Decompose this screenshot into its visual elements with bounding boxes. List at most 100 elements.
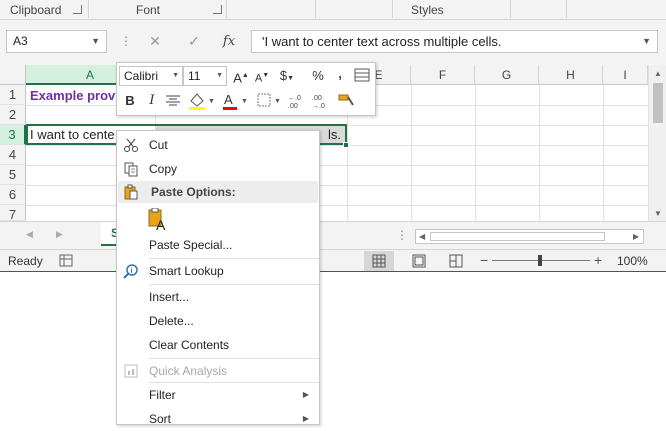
menu-item-label: Sort	[149, 412, 172, 426]
menu-item-smart-lookup[interactable]: i Smart Lookup	[117, 259, 319, 283]
formula-input[interactable]: 'I want to center text across multiple c…	[251, 30, 658, 53]
menu-item-sort[interactable]: Sort ▶	[117, 407, 319, 431]
chevron-down-icon[interactable]: ▼	[172, 67, 179, 85]
column-header-g[interactable]: G	[475, 65, 539, 85]
zoom-level[interactable]: 100%	[617, 254, 648, 268]
menu-item-delete[interactable]: Delete...	[117, 309, 319, 333]
bold-button[interactable]: B	[119, 90, 141, 112]
scroll-left-icon[interactable]: ◀	[419, 232, 425, 241]
tab-split-handle-icon[interactable]: ⋮	[396, 228, 408, 242]
menu-item-insert[interactable]: Insert...	[117, 285, 319, 309]
smart-lookup-icon: i	[123, 264, 138, 279]
accounting-format-button[interactable]: $▼	[276, 65, 298, 87]
select-all-corner[interactable]	[0, 65, 26, 85]
format-table-icon[interactable]	[353, 67, 371, 83]
borders-icon[interactable]: ▼	[255, 91, 283, 111]
excel-window: Clipboard Font Styles A3 ▼ ⋮ ✕ ✓ fx 'I w…	[0, 0, 666, 272]
mini-toolbar: Calibri ▼ 11 ▼ A▲ A▼ $▼ % , B I ▼ A ▼ ▼ …	[116, 62, 376, 116]
menu-item-label: Delete...	[149, 314, 194, 328]
menu-item-paste-special[interactable]: Paste Special...	[117, 233, 319, 257]
normal-view-button[interactable]	[364, 251, 394, 271]
increase-decimal-icon[interactable]: ←.0 .00	[287, 91, 309, 111]
row-header-5[interactable]: 5	[0, 165, 26, 185]
svg-text:i: i	[131, 268, 133, 275]
menu-item-label: Clear Contents	[149, 338, 230, 352]
gridline	[539, 85, 540, 221]
insert-function-button[interactable]: fx	[215, 30, 243, 53]
row-header-2[interactable]: 2	[0, 105, 26, 125]
macro-record-icon[interactable]	[59, 254, 73, 267]
ribbon-separator	[566, 0, 567, 18]
scroll-down-icon[interactable]: ▼	[654, 209, 662, 218]
paste-options-label: Paste Options:	[151, 185, 236, 199]
scroll-thumb[interactable]	[653, 83, 663, 123]
font-size-value: 11	[188, 69, 201, 83]
menu-item-label: Filter	[149, 388, 176, 402]
row-header-4[interactable]: 4	[0, 145, 26, 165]
comma-style-button[interactable]: ,	[329, 63, 351, 85]
decrease-decimal-icon[interactable]: .00 →.0	[311, 91, 333, 111]
paste-keep-text-only-icon[interactable]: A	[147, 208, 169, 232]
submenu-arrow-icon: ▶	[302, 414, 309, 423]
row-header-7[interactable]: 7	[0, 205, 26, 222]
ribbon-separator	[392, 0, 393, 18]
menu-item-label: Quick Analysis	[149, 364, 228, 378]
ribbon-separator	[510, 0, 511, 18]
formula-bar: A3 ▼ ⋮ ✕ ✓ fx 'I want to center text acr…	[0, 20, 666, 65]
sheet-next-icon[interactable]: ▶	[56, 229, 63, 240]
clipboard-launcher-icon[interactable]	[73, 5, 82, 14]
column-header-i[interactable]: I	[603, 65, 648, 85]
fill-color-icon[interactable]: ▼	[187, 91, 215, 111]
zoom-in-icon[interactable]: +	[594, 252, 602, 268]
percent-style-button[interactable]: %	[307, 65, 329, 87]
enter-button[interactable]: ✓	[180, 30, 208, 53]
scroll-up-icon[interactable]: ▲	[654, 69, 662, 78]
column-header-h[interactable]: H	[539, 65, 603, 85]
font-color-icon[interactable]: A ▼	[221, 91, 249, 111]
italic-button[interactable]: I	[141, 90, 163, 112]
chevron-down-icon[interactable]: ▼	[91, 31, 100, 52]
menu-item-label: Copy	[149, 162, 178, 176]
submenu-arrow-icon: ▶	[302, 390, 309, 399]
format-painter-icon[interactable]	[337, 91, 357, 111]
vertical-scrollbar[interactable]: ▲ ▼	[648, 65, 666, 221]
formula-bar-grip-icon[interactable]: ⋮	[120, 34, 132, 48]
font-name-box[interactable]: Calibri ▼	[119, 66, 183, 86]
ribbon-group-clipboard: Clipboard	[10, 3, 62, 17]
horizontal-scrollbar[interactable]: ◀ ▶	[415, 229, 644, 244]
menu-item-cut[interactable]: Cut	[117, 133, 319, 157]
menu-item-clear-contents[interactable]: Clear Contents	[117, 333, 319, 357]
font-size-box[interactable]: 11 ▼	[183, 66, 227, 86]
menu-item-label: Smart Lookup	[149, 264, 224, 278]
zoom-out-icon[interactable]: −	[480, 252, 488, 268]
align-center-icon[interactable]	[165, 94, 181, 108]
expand-formula-bar-icon[interactable]: ▼	[642, 31, 651, 52]
name-box-value: A3	[13, 34, 28, 48]
gridline	[475, 85, 476, 221]
hscroll-thumb[interactable]	[430, 232, 605, 241]
menu-item-filter[interactable]: Filter ▶	[117, 383, 319, 407]
ribbon-separator	[226, 0, 227, 18]
page-break-view-button[interactable]	[441, 251, 471, 271]
decrease-font-size-icon[interactable]: A▼	[251, 65, 273, 87]
row-header-6[interactable]: 6	[0, 185, 26, 205]
sheet-prev-icon[interactable]: ◀	[26, 229, 33, 240]
scroll-right-icon[interactable]: ▶	[633, 232, 639, 241]
svg-text:▼: ▼	[274, 98, 281, 105]
chevron-down-icon[interactable]: ▼	[216, 67, 223, 85]
increase-font-size-icon[interactable]: A▲	[230, 65, 252, 87]
svg-text:.00: .00	[288, 103, 298, 110]
cancel-button[interactable]: ✕	[141, 30, 169, 53]
row-header-3[interactable]: 3	[0, 125, 26, 145]
page-layout-view-button[interactable]	[404, 251, 434, 271]
fill-handle[interactable]	[343, 142, 349, 148]
row-header-1[interactable]: 1	[0, 85, 26, 105]
font-launcher-icon[interactable]	[213, 5, 222, 14]
zoom-slider-thumb[interactable]	[538, 255, 542, 266]
menu-item-copy[interactable]: Copy	[117, 157, 319, 181]
clipboard-icon	[124, 184, 138, 200]
context-menu: Cut Copy Paste Options: A Paste Special.…	[116, 130, 320, 426]
name-box[interactable]: A3 ▼	[6, 30, 107, 53]
cell-a1[interactable]: Example provi	[30, 88, 119, 103]
column-header-f[interactable]: F	[411, 65, 475, 85]
